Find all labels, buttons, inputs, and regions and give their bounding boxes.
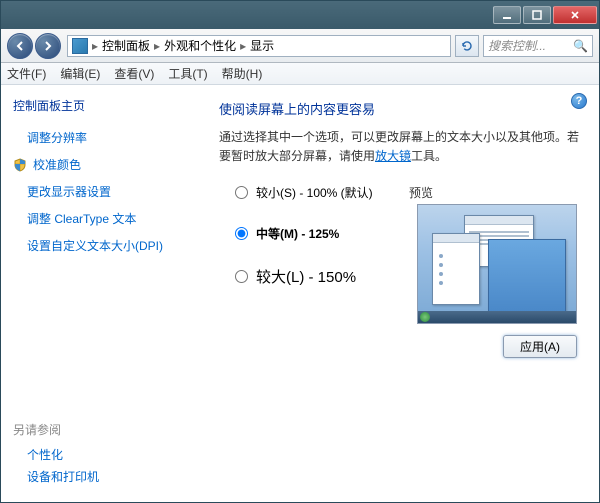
- scale-options: 预览 较小(S) - 100% (默认) 中等(M) - 125% 较大(L) …: [219, 184, 581, 287]
- radio-medium[interactable]: [235, 227, 248, 240]
- sidebar-link-calibrate[interactable]: 校准颜色: [13, 156, 189, 173]
- sidebar-item-label: 设置自定义文本大小(DPI): [27, 237, 163, 254]
- apply-button[interactable]: 应用(A): [503, 335, 577, 358]
- titlebar: [1, 1, 599, 29]
- menu-view[interactable]: 查看(V): [114, 65, 154, 82]
- search-placeholder: 搜索控制...: [488, 37, 546, 54]
- menu-file[interactable]: 文件(F): [7, 65, 46, 82]
- sidebar-link-resolution[interactable]: 调整分辨率: [27, 129, 189, 146]
- breadcrumb-sep: ▸: [154, 39, 160, 53]
- preview-window-icon: [432, 233, 480, 305]
- maximize-button[interactable]: [523, 6, 551, 24]
- sidebar: 控制面板主页 调整分辨率 校准颜色 更改显示器设置 调整 ClearType 文…: [1, 85, 201, 502]
- preview-taskbar-icon: [418, 311, 576, 323]
- menubar: 文件(F) 编辑(E) 查看(V) 工具(T) 帮助(H): [1, 63, 599, 85]
- breadcrumb-sep: ▸: [240, 39, 246, 53]
- seealso-heading: 另请参阅: [13, 421, 189, 438]
- option-label: 中等(M) - 125%: [256, 225, 339, 242]
- page-description: 通过选择其中一个选项，可以更改屏幕上的文本大小以及其他项。若要暂时放大部分屏幕，…: [219, 128, 581, 166]
- close-button[interactable]: [553, 6, 597, 24]
- navbar: ▸ 控制面板 ▸ 外观和个性化 ▸ 显示 搜索控制... 🔍: [1, 29, 599, 63]
- close-icon: [570, 10, 580, 20]
- page-title: 使阅读屏幕上的内容更容易: [219, 99, 581, 118]
- magnifier-link[interactable]: 放大镜: [375, 149, 411, 163]
- apply-row: 应用(A): [219, 335, 581, 358]
- breadcrumb-level1[interactable]: 外观和个性化: [164, 37, 236, 54]
- breadcrumb-sep: ▸: [92, 39, 98, 53]
- control-panel-icon: [72, 38, 88, 54]
- option-small[interactable]: 较小(S) - 100% (默认): [235, 184, 581, 201]
- option-label: 较大(L) - 150%: [256, 266, 356, 287]
- sidebar-link-cleartype[interactable]: 调整 ClearType 文本: [27, 210, 189, 227]
- nav-buttons: [7, 33, 63, 59]
- minimize-button[interactable]: [493, 6, 521, 24]
- search-input[interactable]: 搜索控制... 🔍: [483, 35, 593, 57]
- sidebar-link-custom-dpi[interactable]: 设置自定义文本大小(DPI): [27, 237, 189, 254]
- arrow-right-icon: [42, 40, 54, 52]
- back-button[interactable]: [7, 33, 33, 59]
- option-label: 较小(S) - 100% (默认): [256, 184, 373, 201]
- sidebar-seealso: 另请参阅 个性化 设备和打印机: [13, 411, 189, 490]
- radio-small[interactable]: [235, 186, 248, 199]
- breadcrumb-root[interactable]: 控制面板: [102, 37, 150, 54]
- preview-label: 预览: [409, 184, 433, 201]
- seealso-personalize[interactable]: 个性化: [27, 446, 189, 463]
- window: ▸ 控制面板 ▸ 外观和个性化 ▸ 显示 搜索控制... 🔍 文件(F) 编辑(…: [0, 0, 600, 503]
- sidebar-home-link[interactable]: 控制面板主页: [13, 97, 189, 114]
- refresh-button[interactable]: [455, 35, 479, 57]
- breadcrumb-level2[interactable]: 显示: [250, 37, 274, 54]
- minimize-icon: [502, 10, 512, 20]
- search-icon: 🔍: [573, 39, 588, 53]
- help-icon[interactable]: ?: [571, 93, 587, 109]
- desc-post: 工具。: [411, 149, 447, 163]
- content: 控制面板主页 调整分辨率 校准颜色 更改显示器设置 调整 ClearType 文…: [1, 85, 599, 502]
- forward-button[interactable]: [35, 33, 61, 59]
- arrow-left-icon: [14, 40, 26, 52]
- menu-tools[interactable]: 工具(T): [168, 65, 207, 82]
- sidebar-link-display-settings[interactable]: 更改显示器设置: [27, 183, 189, 200]
- refresh-icon: [461, 40, 473, 52]
- sidebar-item-label: 调整分辨率: [27, 129, 87, 146]
- radio-large[interactable]: [235, 270, 248, 283]
- main-panel: ? 使阅读屏幕上的内容更容易 通过选择其中一个选项，可以更改屏幕上的文本大小以及…: [201, 85, 599, 502]
- sidebar-item-label: 调整 ClearType 文本: [27, 210, 136, 227]
- preview-window-icon: [488, 239, 566, 313]
- seealso-devices[interactable]: 设备和打印机: [27, 468, 189, 485]
- menu-edit[interactable]: 编辑(E): [60, 65, 100, 82]
- sidebar-item-label: 更改显示器设置: [27, 183, 111, 200]
- menu-help[interactable]: 帮助(H): [222, 65, 263, 82]
- address-bar[interactable]: ▸ 控制面板 ▸ 外观和个性化 ▸ 显示: [67, 35, 451, 57]
- sidebar-item-label: 校准颜色: [33, 156, 81, 173]
- shield-icon: [13, 158, 27, 172]
- preview-thumbnail: [417, 204, 577, 324]
- window-controls: [493, 6, 597, 24]
- maximize-icon: [532, 10, 542, 20]
